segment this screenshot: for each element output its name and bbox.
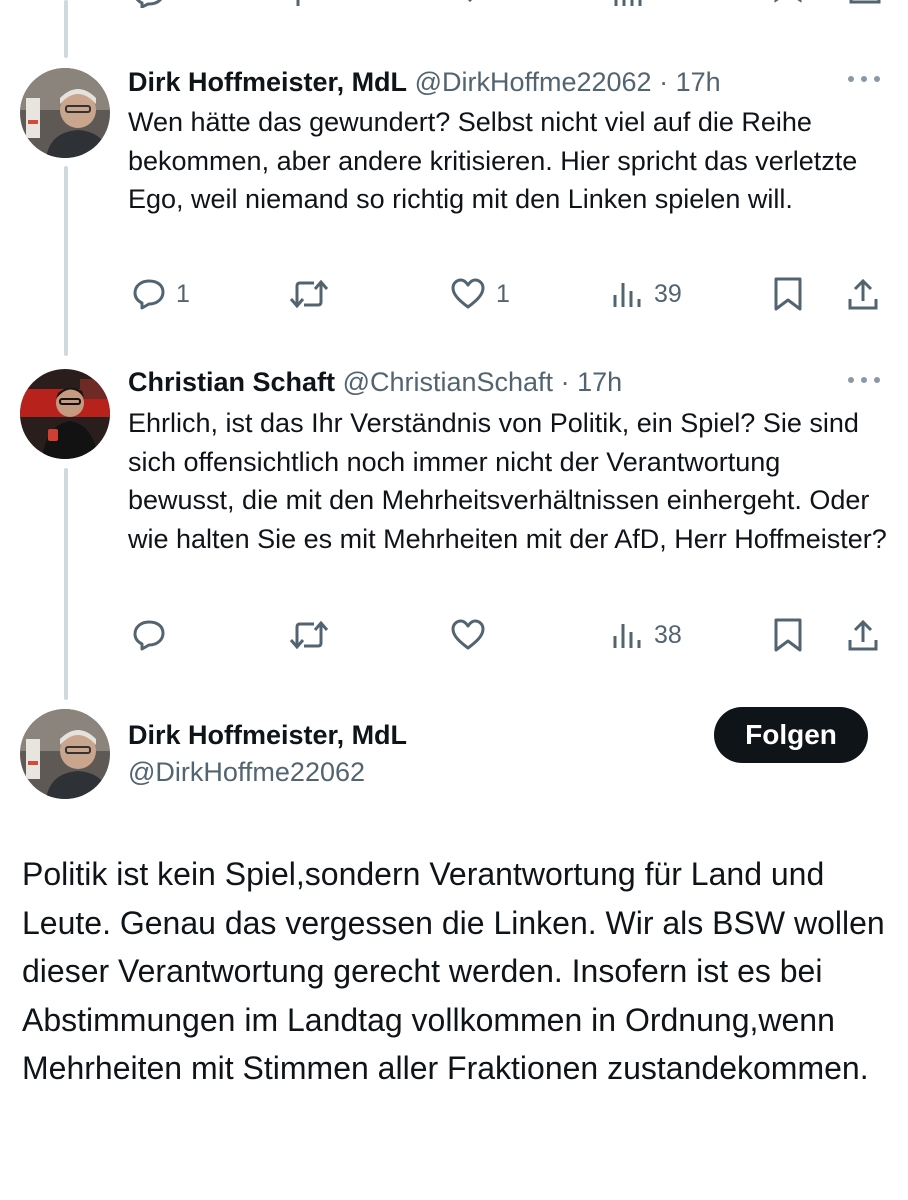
author-handle[interactable]: @DirkHoffme22062 — [415, 67, 652, 97]
view-count: 38 — [654, 620, 682, 649]
bookmark-button[interactable] — [772, 615, 804, 655]
timestamp[interactable]: · 17h — [561, 367, 623, 397]
reply-count: 1 — [176, 279, 190, 308]
more-icon[interactable] — [848, 74, 882, 84]
like-button[interactable]: 1 — [450, 274, 510, 314]
retweet-button[interactable] — [288, 274, 330, 314]
bookmark-icon — [774, 618, 802, 652]
views-icon — [613, 624, 641, 648]
tweet-text: Wen hätte das gewundert? Selbst nicht vi… — [128, 107, 858, 214]
share-icon[interactable] — [848, 0, 882, 13]
timestamp[interactable]: · 17h — [659, 67, 721, 97]
like-button[interactable] — [450, 615, 486, 655]
like-count: 1 — [496, 279, 510, 308]
avatar[interactable] — [20, 709, 110, 799]
bookmark-icon — [774, 277, 802, 311]
action-bar: 1 1 39 — [0, 274, 908, 314]
more-icon[interactable] — [848, 375, 882, 385]
previous-tweet-actions — [0, 0, 908, 10]
views-icon[interactable] — [612, 0, 646, 13]
reply-button[interactable]: 1 — [132, 274, 190, 314]
views-button[interactable]: 38 — [610, 615, 682, 655]
retweet-icon[interactable] — [290, 0, 330, 13]
reply-icon — [133, 620, 165, 651]
views-icon — [613, 283, 641, 307]
bookmark-icon[interactable] — [772, 0, 804, 13]
like-icon — [451, 619, 485, 650]
follow-button[interactable]: Folgen — [714, 707, 868, 763]
reply-button[interactable] — [132, 615, 166, 655]
author-name[interactable]: Christian Schaft — [128, 367, 335, 397]
view-count: 39 — [654, 279, 682, 308]
reply-icon[interactable] — [132, 0, 166, 13]
share-button[interactable] — [846, 274, 880, 314]
thread-line-1 — [64, 166, 68, 356]
share-icon — [848, 619, 878, 651]
action-bar: 38 — [0, 615, 908, 655]
tweet-text: Politik ist kein Spiel,sondern Verantwor… — [22, 856, 885, 1086]
author-name[interactable]: Dirk Hoffmeister, MdL — [128, 720, 407, 751]
share-icon — [848, 278, 878, 310]
author-name[interactable]: Dirk Hoffmeister, MdL — [128, 67, 407, 97]
bookmark-button[interactable] — [772, 274, 804, 314]
tweet-header: Dirk Hoffmeister, MdL @DirkHoffme22062 ·… — [128, 66, 721, 98]
share-button[interactable] — [846, 615, 880, 655]
retweet-icon — [289, 279, 329, 309]
avatar[interactable] — [20, 369, 110, 459]
tweet-text: Ehrlich, ist das Ihr Verständnis von Pol… — [128, 408, 887, 554]
reply-icon — [133, 279, 165, 310]
thread-line-2 — [64, 468, 68, 700]
tweet-header: Christian Schaft @ChristianSchaft · 17h — [128, 366, 622, 398]
views-button[interactable]: 39 — [610, 274, 682, 314]
retweet-button[interactable] — [288, 615, 330, 655]
thread-line-top — [64, 0, 68, 58]
like-icon[interactable] — [452, 0, 488, 13]
avatar[interactable] — [20, 68, 110, 158]
retweet-icon — [289, 620, 329, 650]
author-handle[interactable]: @DirkHoffme22062 — [128, 757, 365, 788]
author-handle[interactable]: @ChristianSchaft — [343, 367, 554, 397]
like-icon — [451, 278, 485, 309]
